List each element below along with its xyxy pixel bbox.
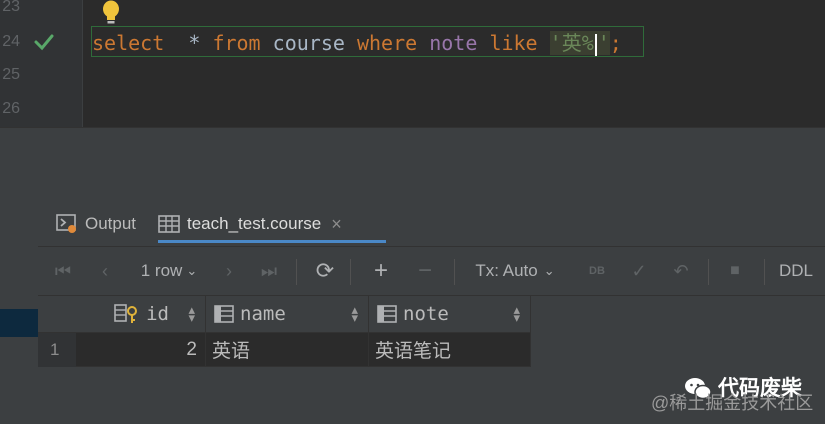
transaction-mode-dropdown[interactable]: Tx: Auto ⌄ (470, 247, 560, 295)
keyword-like: like (489, 31, 538, 55)
close-icon[interactable]: × (331, 214, 342, 235)
table-name: course (272, 31, 345, 55)
keyword-from: from (212, 31, 261, 55)
string-literal: '英% ' (549, 31, 610, 56)
chevron-down-icon: ⌄ (543, 263, 555, 278)
column-header-label: name (240, 303, 286, 325)
stop-icon[interactable]: ■ (722, 247, 748, 295)
toolbar-separator (454, 259, 455, 285)
keyword-select: select (92, 31, 165, 55)
keyword-where: where (356, 31, 418, 55)
add-row-icon[interactable]: + (368, 247, 394, 295)
line-number: 25 (2, 66, 20, 83)
result-tabs: Output teach_test.course × (38, 205, 825, 243)
console-icon (56, 214, 76, 233)
table-cell-id[interactable]: 2 (76, 333, 206, 367)
column-icon (214, 305, 234, 323)
star-operator: * (188, 31, 201, 55)
transaction-mode-label: Tx: Auto (475, 261, 538, 280)
line-number: 26 (2, 100, 20, 117)
tree-selection[interactable] (0, 309, 38, 337)
semicolon: ; (609, 31, 622, 55)
column-name: note (429, 31, 478, 55)
active-tab-indicator (158, 240, 386, 243)
column-header-label: note (403, 303, 449, 325)
table-cell-name[interactable]: 英语 (206, 333, 369, 367)
services-tree (0, 157, 38, 424)
tab-course-label: teach_test.course (187, 214, 322, 233)
row-count-label: 1 row (140, 261, 183, 280)
tab-teach-test-course[interactable]: teach_test.course × (158, 205, 386, 243)
watermark-source: @稀土掘金技术社区 (651, 393, 814, 413)
column-icon (377, 305, 397, 323)
string-literal-end: ' (597, 31, 610, 55)
refresh-icon[interactable]: ⟳ (312, 247, 338, 295)
text-caret (594, 33, 597, 56)
tab-output-label: Output (85, 214, 137, 233)
sort-icon[interactable]: ▴ ▾ (188, 303, 195, 324)
line-number: 23 (2, 0, 20, 15)
editor-gutter: 23 24 25 26 (0, 0, 83, 127)
checkmark-icon[interactable] (33, 31, 55, 53)
tab-output[interactable]: Output (56, 205, 136, 243)
sql-statement[interactable]: select * from course where note like '英%… (92, 31, 622, 56)
result-toolbar: ⏮ ‹ 1 row ⌄ › ⏭ ⟳ + − Tx: Auto ⌄ DB ✓ ↶ … (38, 246, 825, 296)
column-header-name[interactable]: name ▴ ▾ (206, 296, 369, 333)
table-cell-note[interactable]: 英语笔记 (369, 333, 531, 367)
sql-editor[interactable]: 23 24 25 26 select * from course where n… (0, 0, 825, 127)
toolbar-separator (296, 259, 297, 285)
column-header-id[interactable]: id ▴ ▾ (76, 296, 206, 333)
column-header-label: id (146, 303, 169, 325)
db-submit-icon[interactable]: DB (584, 247, 610, 295)
ddl-button[interactable]: DDL (776, 247, 816, 295)
line-number: 24 (2, 33, 20, 50)
toolbar-separator (350, 259, 351, 285)
chevron-down-icon: ⌄ (186, 263, 198, 278)
delete-row-icon[interactable]: − (412, 247, 438, 295)
result-grid: id ▴ ▾ name ▴ ▾ note ▴ ▾ 1 2 英语 英语笔记 (38, 296, 533, 371)
last-page-icon[interactable]: ⏭ (256, 247, 282, 295)
sort-icon[interactable]: ▴ ▾ (351, 303, 358, 324)
next-page-icon[interactable]: › (216, 247, 242, 295)
toolbar-separator (708, 259, 709, 285)
previous-page-icon[interactable]: ‹ (92, 247, 118, 295)
table-icon (158, 215, 180, 233)
toolbar-separator (764, 259, 765, 285)
rollback-icon[interactable]: ↶ (668, 247, 694, 295)
sort-icon[interactable]: ▴ ▾ (513, 303, 520, 324)
row-count-dropdown[interactable]: 1 row ⌄ (134, 247, 204, 295)
first-page-icon[interactable]: ⏮ (50, 247, 76, 295)
lightbulb-icon[interactable] (100, 0, 122, 26)
row-number[interactable]: 1 (38, 333, 76, 367)
string-literal-start: '英% (549, 31, 594, 55)
column-header-note[interactable]: note ▴ ▾ (369, 296, 531, 333)
row-number-header (38, 296, 76, 333)
panel-divider[interactable] (0, 127, 825, 158)
primary-key-column-icon (114, 304, 138, 323)
commit-check-icon[interactable]: ✓ (626, 247, 652, 295)
